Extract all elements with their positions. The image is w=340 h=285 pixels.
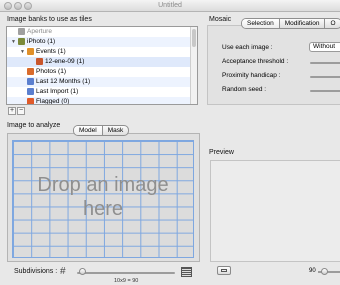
mosaic-tabs: Selection Modification O bbox=[241, 18, 340, 29]
bank-item[interactable]: 12-ene-09 (1) bbox=[7, 57, 191, 67]
drop-text-line2: here bbox=[82, 198, 124, 220]
subdivisions-slider-knob[interactable] bbox=[78, 268, 86, 275]
album-icon bbox=[27, 98, 34, 104]
bank-item-label: Events (1) bbox=[36, 48, 66, 55]
tab-model[interactable]: Model bbox=[74, 126, 103, 135]
zoom-slider-knob[interactable] bbox=[321, 268, 328, 275]
bank-item[interactable]: ▼ iPhoto (1) bbox=[7, 37, 191, 47]
subdivisions-slider[interactable] bbox=[77, 272, 175, 274]
bank-item-label: Aperture bbox=[27, 28, 52, 35]
acceptance-threshold-slider[interactable] bbox=[310, 62, 340, 64]
disclosure-triangle-icon[interactable]: ▼ bbox=[20, 49, 25, 55]
screen-icon bbox=[221, 269, 227, 272]
disclosure-triangle-icon[interactable]: ▼ bbox=[11, 39, 16, 45]
image-banks-scrollbar[interactable] bbox=[190, 27, 197, 104]
image-to-analyze-label: Image to analyze bbox=[7, 122, 61, 129]
large-grid-icon bbox=[181, 267, 192, 277]
bank-item[interactable]: Aperture bbox=[7, 27, 191, 37]
add-bank-button[interactable]: + bbox=[8, 107, 16, 115]
use-each-image-popup[interactable]: Without bbox=[309, 42, 340, 52]
bank-item[interactable]: Photos (1) bbox=[7, 67, 191, 77]
use-each-image-label: Use each image : bbox=[222, 44, 273, 51]
random-seed-slider[interactable] bbox=[310, 90, 340, 92]
tab-mask[interactable]: Mask bbox=[103, 126, 129, 135]
album-icon bbox=[18, 38, 25, 45]
mosaic-label: Mosaic bbox=[209, 16, 232, 23]
bank-item[interactable]: Last Import (1) bbox=[7, 87, 191, 97]
full-screen-button[interactable] bbox=[217, 266, 231, 275]
bank-item-label: Last Import (1) bbox=[36, 88, 79, 95]
album-icon bbox=[27, 48, 34, 55]
bank-item[interactable]: Flagged (0) bbox=[7, 97, 191, 105]
tab-modification[interactable]: Modification bbox=[280, 19, 326, 28]
analyze-tabs: Model Mask bbox=[73, 125, 130, 136]
window-title: Untitled bbox=[158, 2, 182, 9]
album-icon bbox=[36, 58, 43, 65]
image-banks-list[interactable]: Aperture ▼ iPhoto (1) ▼ Events (1) 12-ene-09 … bbox=[6, 26, 198, 105]
album-icon bbox=[27, 68, 34, 75]
bank-item[interactable]: ▼ Events (1) bbox=[7, 47, 191, 57]
bank-item-label: Last 12 Months (1) bbox=[36, 78, 91, 85]
album-icon bbox=[18, 28, 25, 35]
bank-item-label: iPhoto (1) bbox=[27, 38, 56, 45]
subdivisions-label: Subdivisions : bbox=[14, 268, 58, 275]
zoom-value: 90 bbox=[309, 268, 316, 274]
album-icon bbox=[27, 88, 34, 95]
album-icon bbox=[27, 78, 34, 85]
tab-selection[interactable]: Selection bbox=[242, 19, 280, 28]
mosaic-panel bbox=[207, 25, 340, 105]
proximity-handicap-label: Proximity handicap : bbox=[222, 72, 281, 79]
bank-item-label: 12-ene-09 (1) bbox=[45, 58, 85, 65]
scroll-thumb[interactable] bbox=[192, 29, 196, 47]
bank-item[interactable]: Last 12 Months (1) bbox=[7, 77, 191, 87]
proximity-handicap-slider[interactable] bbox=[310, 76, 340, 78]
subdivisions-value: 10x9 = 90 bbox=[114, 278, 139, 284]
acceptance-threshold-label: Acceptance threshold : bbox=[222, 58, 289, 65]
random-seed-label: Random seed : bbox=[222, 86, 267, 93]
small-grid-icon: # bbox=[60, 266, 66, 277]
image-banks-label: Image banks to use as tiles bbox=[7, 16, 92, 23]
tab-other[interactable]: O bbox=[325, 19, 340, 28]
drop-image-text: Drop an image here bbox=[12, 173, 194, 221]
title-bar: Untitled bbox=[0, 0, 340, 12]
remove-bank-button[interactable]: − bbox=[17, 107, 25, 115]
bank-item-label: Flagged (0) bbox=[36, 98, 70, 105]
bank-item-label: Photos (1) bbox=[36, 68, 66, 75]
preview-label: Preview bbox=[209, 149, 234, 156]
preview-area bbox=[210, 160, 340, 262]
drop-text-line1: Drop an image bbox=[37, 174, 169, 196]
